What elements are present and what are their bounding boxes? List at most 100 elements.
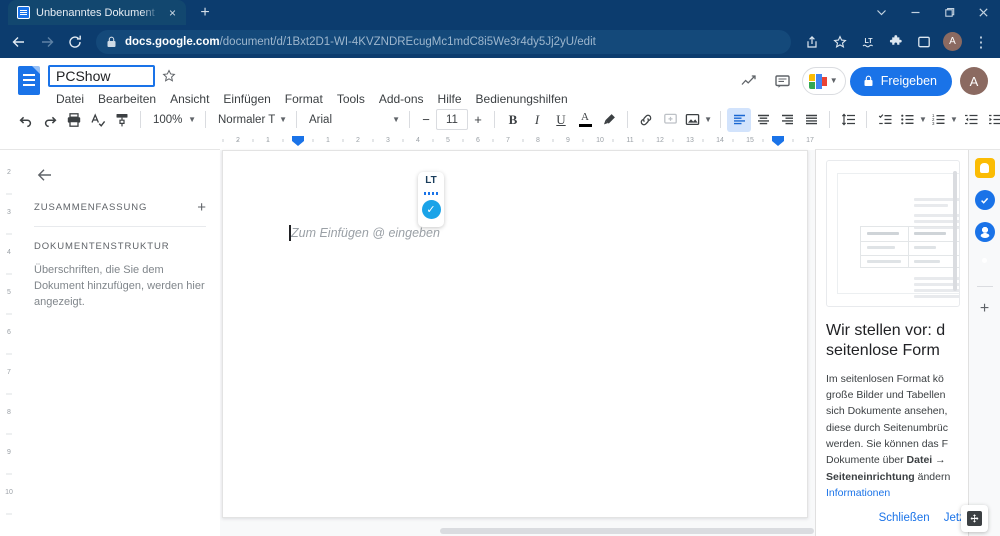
- redo-icon[interactable]: [38, 108, 62, 132]
- app-sidebar: + ›: [968, 150, 1000, 536]
- horizontal-scrollbar[interactable]: [440, 528, 814, 536]
- google-keep-icon[interactable]: [975, 158, 995, 178]
- add-addon-button[interactable]: +: [980, 301, 989, 317]
- promo-body-line: Im seitenlosen Format kö: [826, 371, 958, 387]
- add-comment-icon[interactable]: [658, 108, 682, 132]
- paint-format-icon[interactable]: [110, 108, 134, 132]
- comment-icon[interactable]: [768, 66, 798, 96]
- document-page[interactable]: Zum Einfügen @ eingeben: [222, 150, 808, 518]
- print-icon[interactable]: [62, 108, 86, 132]
- google-tasks-icon[interactable]: [975, 190, 995, 210]
- close-icon[interactable]: [966, 0, 1000, 25]
- browser-menu-icon[interactable]: ⋮: [968, 29, 994, 55]
- zoom-select[interactable]: 100% ▼: [147, 109, 199, 131]
- svg-text:11: 11: [626, 137, 633, 144]
- google-docs-icon[interactable]: [12, 64, 46, 104]
- chevron-down-icon: ▼: [919, 116, 927, 124]
- google-contacts-icon[interactable]: [975, 222, 995, 242]
- promo-dismiss-button[interactable]: Schließen: [879, 512, 930, 524]
- promo-image-scrollbar: [953, 171, 957, 291]
- bold-button[interactable]: B: [501, 108, 525, 132]
- share-icon[interactable]: [799, 29, 825, 55]
- underline-label: U: [556, 112, 565, 128]
- svg-text:9: 9: [7, 449, 11, 456]
- menu-einfuegen[interactable]: Einfügen: [217, 90, 276, 108]
- font-size-value[interactable]: 11: [436, 109, 468, 130]
- menu-datei[interactable]: Datei: [50, 90, 90, 108]
- svg-text:9: 9: [566, 137, 570, 144]
- document-placeholder[interactable]: Zum Einfügen @ eingeben: [291, 226, 440, 240]
- vertical-ruler[interactable]: 234 567 8910: [0, 150, 18, 536]
- menu-addons[interactable]: Add-ons: [373, 90, 430, 108]
- share-button[interactable]: Freigeben: [850, 67, 952, 96]
- chevron-down-icon: ▼: [279, 116, 287, 124]
- text-color-swatch: [579, 124, 592, 127]
- check-circle-icon[interactable]: ✓: [422, 200, 441, 219]
- bulleted-list-button[interactable]: ▼: [897, 109, 928, 131]
- lock-icon: [106, 36, 117, 48]
- horizontal-ruler[interactable]: 21 123 456 789 101112 131415 17: [0, 134, 1000, 150]
- insert-image-button[interactable]: ▼: [682, 109, 714, 131]
- document-title-input[interactable]: [48, 65, 155, 87]
- google-meet-button[interactable]: ▼: [802, 67, 846, 95]
- forward-button[interactable]: [34, 29, 60, 55]
- url-bar[interactable]: docs.google.com/document/d/1Bxt2D1-WI-4K…: [96, 30, 791, 54]
- menu-hilfe[interactable]: Hilfe: [432, 90, 468, 108]
- align-left-icon[interactable]: [727, 108, 751, 132]
- user-avatar[interactable]: A: [960, 67, 988, 95]
- promo-body-line: Seiteneinrichtung ändern: [826, 469, 958, 485]
- paragraph-style-select[interactable]: Normaler T... ▼: [212, 109, 290, 131]
- toolbar-divider: [829, 111, 830, 128]
- promo-float-button[interactable]: [961, 505, 988, 532]
- link-icon[interactable]: [634, 108, 658, 132]
- bookmark-star-icon[interactable]: [827, 29, 853, 55]
- numbered-list-button[interactable]: 123 ▼: [928, 109, 959, 131]
- side-panel-icon[interactable]: [911, 29, 937, 55]
- promo-body-line: diese durch Seitenumbrüc: [826, 420, 958, 436]
- menu-bearbeiten[interactable]: Bearbeiten: [92, 90, 162, 108]
- new-tab-button[interactable]: +: [192, 1, 218, 25]
- font-select[interactable]: Arial ▼: [303, 109, 403, 131]
- menu-bedienungshilfen[interactable]: Bedienungshilfen: [470, 90, 574, 108]
- window-controls: [864, 0, 1000, 25]
- underline-button[interactable]: U: [549, 108, 573, 132]
- align-justify-icon[interactable]: [799, 108, 823, 132]
- chevron-down-icon[interactable]: [864, 0, 898, 25]
- browser-tab[interactable]: Unbenanntes Dokument - Googl ×: [8, 0, 186, 25]
- line-spacing-icon[interactable]: [836, 108, 860, 132]
- align-center-icon[interactable]: [751, 108, 775, 132]
- font-value: Arial: [309, 114, 332, 126]
- checklist-icon[interactable]: [873, 108, 897, 132]
- star-icon[interactable]: [162, 69, 176, 83]
- browser-profile-avatar[interactable]: A: [943, 32, 962, 51]
- add-summary-button[interactable]: +: [197, 200, 206, 215]
- text-color-button[interactable]: A: [573, 108, 597, 132]
- menu-ansicht[interactable]: Ansicht: [164, 90, 215, 108]
- highlighter-icon[interactable]: [597, 108, 621, 132]
- menu-format[interactable]: Format: [279, 90, 329, 108]
- bulleted-list-icon: [900, 112, 915, 127]
- menu-tools[interactable]: Tools: [331, 90, 371, 108]
- promo-more-info-link[interactable]: Informationen: [826, 485, 958, 501]
- minimize-icon[interactable]: [898, 0, 932, 25]
- font-size-decrease-button[interactable]: −: [416, 109, 436, 131]
- url-text: docs.google.com/document/d/1Bxt2D1-WI-4K…: [125, 36, 596, 48]
- align-right-icon[interactable]: [775, 108, 799, 132]
- activity-chart-icon[interactable]: [734, 66, 764, 96]
- italic-button[interactable]: I: [525, 108, 549, 132]
- spellcheck-icon[interactable]: [86, 108, 110, 132]
- close-icon[interactable]: ×: [165, 5, 180, 20]
- undo-icon[interactable]: [14, 108, 38, 132]
- reload-button[interactable]: [62, 29, 88, 55]
- increase-indent-icon[interactable]: [983, 108, 1000, 132]
- languagetool-icon[interactable]: LT: [855, 29, 881, 55]
- svg-text:7: 7: [506, 137, 510, 144]
- extensions-icon[interactable]: [883, 29, 909, 55]
- google-maps-icon[interactable]: [978, 254, 992, 272]
- font-size-increase-button[interactable]: +: [468, 109, 488, 131]
- decrease-indent-icon[interactable]: [959, 108, 983, 132]
- back-button[interactable]: [6, 29, 32, 55]
- maximize-icon[interactable]: [932, 0, 966, 25]
- languagetool-badge[interactable]: LT ✓: [418, 172, 444, 227]
- outline-back-button[interactable]: [34, 164, 56, 186]
